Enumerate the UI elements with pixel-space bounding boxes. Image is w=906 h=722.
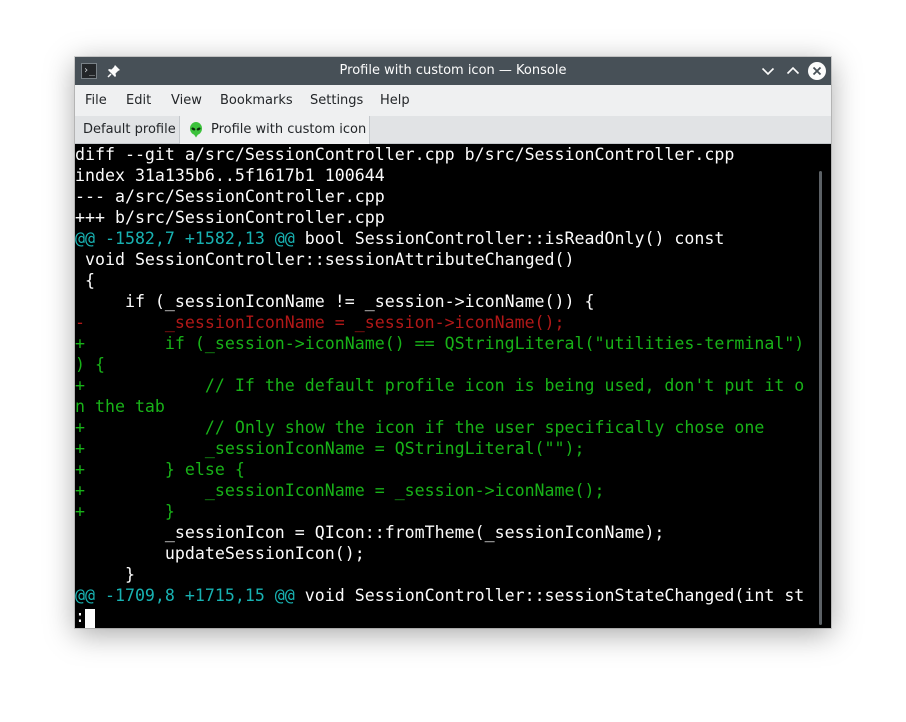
terminal-line-rest: bool SessionController::isReadOnly() con…	[294, 229, 725, 248]
terminal-line-text: if (_sessionIconName != _session->iconNa…	[75, 292, 595, 311]
terminal-line: + if (_session->iconName() == QStringLit…	[75, 333, 804, 354]
terminal-output[interactable]: diff --git a/src/SessionController.cpp b…	[75, 144, 831, 628]
terminal-line-text: --- a/src/SessionController.cpp	[75, 187, 385, 206]
terminal-line-text: }	[75, 565, 135, 584]
terminal-line: @@ -1582,7 +1582,13 @@ bool SessionContr…	[75, 228, 724, 249]
terminal-line: ) {	[75, 354, 105, 375]
terminal-line: n the tab	[75, 396, 165, 417]
terminal-line: + } else {	[75, 459, 245, 480]
terminal-line: }	[75, 564, 135, 585]
alien-icon	[190, 122, 202, 138]
terminal-line-text: + _sessionIconName = QStringLiteral("");	[75, 439, 585, 458]
terminal-line-text: ) {	[75, 355, 105, 374]
terminal-line-text: _sessionIcon = QIcon::fromTheme(_session…	[75, 523, 665, 542]
terminal-line: + _sessionIconName = QStringLiteral("");	[75, 438, 585, 459]
terminal-line: if (_sessionIconName != _session->iconNa…	[75, 291, 595, 312]
terminal-line-text: {	[75, 271, 95, 290]
text-cursor	[85, 609, 95, 628]
terminal-line-text: diff --git a/src/SessionController.cpp b…	[75, 145, 735, 164]
maximize-icon[interactable]	[784, 62, 802, 80]
title-bar[interactable]: ›_ Profile with custom icon — Konsole	[75, 57, 831, 85]
terminal-line: - _sessionIconName = _session->iconName(…	[75, 312, 565, 333]
tab-default-profile[interactable]: Default profile	[75, 116, 179, 144]
terminal-line-text: + // If the default profile icon is bein…	[75, 376, 805, 395]
terminal-line-text: + }	[75, 502, 175, 521]
terminal-line-text: @@ -1709,8 +1715,15 @@	[75, 586, 295, 605]
terminal-line-text: updateSessionIcon();	[75, 544, 365, 563]
terminal-line-rest: void SessionController::sessionStateChan…	[294, 586, 805, 605]
terminal-line: {	[75, 270, 95, 291]
tab-label: Default profile	[83, 122, 176, 137]
terminal-line-text: :	[75, 607, 85, 626]
menu-view[interactable]: View	[171, 85, 202, 116]
terminal-line: void SessionController::sessionAttribute…	[75, 249, 575, 270]
terminal-line-text: void SessionController::sessionAttribute…	[75, 250, 575, 269]
menu-file[interactable]: File	[85, 85, 107, 116]
terminal-line-text: + // Only show the icon if the user spec…	[75, 418, 765, 437]
tab-label: Profile with custom icon	[211, 122, 367, 137]
terminal-line: + // If the default profile icon is bein…	[75, 375, 804, 396]
terminal-line: diff --git a/src/SessionController.cpp b…	[75, 144, 734, 165]
terminal-line: --- a/src/SessionController.cpp	[75, 186, 385, 207]
scrollbar[interactable]	[819, 171, 822, 625]
tab-profile-with-custom-icon[interactable]: Profile with custom icon	[179, 116, 370, 144]
terminal-line: + _sessionIconName = _session->iconName(…	[75, 480, 605, 501]
terminal-line: _sessionIcon = QIcon::fromTheme(_session…	[75, 522, 665, 543]
terminal-line-text: - _sessionIconName = _session->iconName(…	[75, 313, 565, 332]
menu-bar: File Edit View Bookmarks Settings Help	[75, 85, 831, 116]
terminal-line: updateSessionIcon();	[75, 543, 365, 564]
window-title: Profile with custom icon — Konsole	[339, 63, 567, 78]
terminal-line-text: index 31a135b6..5f1617b1 100644	[75, 166, 385, 185]
terminal-line-text: n the tab	[75, 397, 165, 416]
tab-bar: Default profile Profile with custom icon	[75, 116, 831, 144]
konsole-window: ›_ Profile with custom icon — Konsole Fi…	[75, 57, 831, 628]
menu-help[interactable]: Help	[380, 85, 410, 116]
terminal-line-text: @@ -1582,7 +1582,13 @@	[75, 229, 295, 248]
terminal-line-text: + if (_session->iconName() == QStringLit…	[75, 334, 805, 353]
menu-edit[interactable]: Edit	[126, 85, 151, 116]
terminal-line: + // Only show the icon if the user spec…	[75, 417, 764, 438]
terminal-line: index 31a135b6..5f1617b1 100644	[75, 165, 385, 186]
terminal-line-text: +++ b/src/SessionController.cpp	[75, 208, 385, 227]
menu-settings[interactable]: Settings	[310, 85, 363, 116]
terminal-line-text: + } else {	[75, 460, 245, 479]
terminal-line-text: + _sessionIconName = _session->iconName(…	[75, 481, 605, 500]
minimize-icon[interactable]	[759, 62, 777, 80]
menu-bookmarks[interactable]: Bookmarks	[220, 85, 293, 116]
terminal-line: +++ b/src/SessionController.cpp	[75, 207, 385, 228]
close-icon[interactable]	[807, 61, 827, 81]
terminal-line: :	[75, 606, 85, 627]
terminal-line: + }	[75, 501, 175, 522]
terminal-line: @@ -1709,8 +1715,15 @@ void SessionContr…	[75, 585, 804, 606]
